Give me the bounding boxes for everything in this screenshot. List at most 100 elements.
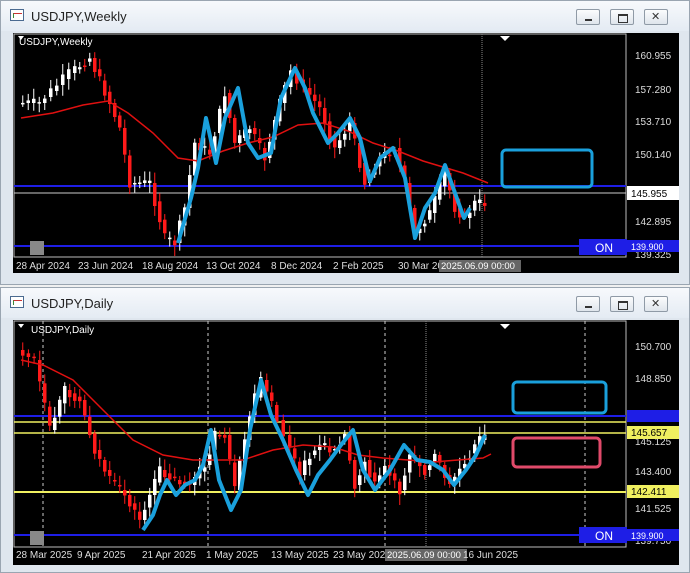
candle-body bbox=[288, 435, 292, 447]
close-button[interactable] bbox=[644, 296, 668, 312]
candle-body bbox=[133, 182, 137, 185]
price-tick: 148.850 bbox=[635, 374, 672, 385]
current-price-value: 145.955 bbox=[631, 189, 668, 200]
candle-body bbox=[48, 406, 52, 426]
candle-body bbox=[233, 118, 237, 143]
candle-body bbox=[293, 448, 297, 459]
object-icon[interactable] bbox=[30, 531, 44, 545]
weekly-price-chart[interactable]: USDJPY,Weekly 160.955 157.280 153.710 15… bbox=[13, 33, 679, 273]
candle-body bbox=[158, 466, 162, 483]
candle-body bbox=[423, 465, 427, 475]
price-axis: 150.700 148.850 143.400 141.525 139.750 … bbox=[635, 342, 672, 547]
price-tick: 143.400 bbox=[635, 467, 672, 478]
daily-chart-window: USDJPY,Daily USDJPY,Daily 150.700 148.85… bbox=[0, 287, 690, 573]
cursor-date: 2025.06.09 00:00 bbox=[441, 261, 515, 272]
candle-body bbox=[128, 155, 132, 188]
candle-body bbox=[21, 102, 25, 105]
candle-body bbox=[428, 210, 432, 220]
time-axis: 28 Mar 2025 9 Apr 2025 21 Apr 2025 1 May… bbox=[16, 549, 518, 561]
candle-body bbox=[103, 80, 107, 96]
candle-body bbox=[153, 183, 157, 207]
candle-body bbox=[123, 128, 127, 155]
candle-body bbox=[43, 383, 47, 403]
candle-body bbox=[148, 494, 152, 508]
candle-body bbox=[223, 96, 227, 113]
candle-body bbox=[173, 476, 177, 479]
candle-body bbox=[73, 393, 77, 401]
date-tick: 23 Jun 2024 bbox=[78, 261, 133, 272]
candle-body bbox=[168, 473, 172, 480]
candle-body bbox=[163, 219, 167, 234]
date-tick: 23 May 2025 bbox=[333, 550, 391, 561]
candle-body bbox=[138, 511, 142, 520]
close-button[interactable] bbox=[644, 9, 668, 25]
weekly-chart-window: USDJPY,Weekly USDJPY,Weekly 160.955 157.… bbox=[0, 0, 690, 285]
candle-body bbox=[313, 94, 317, 101]
candle-body bbox=[173, 240, 177, 246]
date-tick: 1 May 2025 bbox=[206, 550, 259, 561]
maximize-button[interactable] bbox=[610, 296, 634, 312]
forecast-box[interactable] bbox=[500, 148, 594, 189]
object-icon[interactable] bbox=[30, 241, 44, 255]
price-tick: 150.700 bbox=[635, 342, 672, 353]
candle-body bbox=[373, 472, 377, 482]
candles bbox=[21, 342, 487, 529]
candle-body bbox=[168, 237, 172, 240]
date-tick: 18 Aug 2024 bbox=[142, 261, 199, 272]
support-price-value: 142.411 bbox=[631, 487, 667, 498]
candle-body bbox=[83, 65, 87, 67]
candle-body bbox=[323, 108, 327, 125]
on-button-label: ON bbox=[595, 529, 613, 543]
candle-body bbox=[353, 460, 357, 489]
candle-body bbox=[128, 495, 132, 507]
candle-body bbox=[323, 443, 327, 445]
date-tick: 28 Mar 2025 bbox=[16, 550, 73, 561]
line-price-value: 139.900 bbox=[631, 531, 664, 541]
wave-line[interactable] bbox=[176, 66, 472, 244]
candle-body bbox=[270, 392, 274, 401]
candle-body bbox=[253, 128, 257, 135]
window-titlebar[interactable]: USDJPY,Weekly bbox=[1, 1, 689, 31]
candle-body bbox=[313, 450, 317, 455]
candle-body bbox=[53, 417, 57, 430]
candle-body bbox=[208, 149, 212, 155]
on-button-label: ON bbox=[595, 241, 613, 255]
candle-body bbox=[55, 85, 59, 91]
candle-body bbox=[108, 470, 112, 476]
candle-body bbox=[103, 460, 107, 472]
shift-marker-icon bbox=[500, 324, 510, 329]
window-title: USDJPY,Daily bbox=[31, 296, 114, 311]
current-price-value: 145.657 bbox=[631, 428, 668, 439]
moving-average-line bbox=[20, 100, 489, 184]
candle-body bbox=[238, 135, 242, 143]
candle-body bbox=[88, 416, 92, 436]
shift-marker-icon bbox=[500, 36, 510, 41]
candle-body bbox=[138, 182, 142, 185]
candle-body bbox=[93, 58, 97, 72]
menu-arrow-icon[interactable] bbox=[18, 324, 24, 328]
daily-price-chart[interactable]: USDJPY,Daily 150.700 148.850 143.400 141… bbox=[13, 320, 679, 565]
candle-body bbox=[368, 460, 372, 478]
candle-body bbox=[68, 390, 72, 398]
window-titlebar[interactable]: USDJPY,Daily bbox=[1, 288, 689, 318]
date-tick: 2 Feb 2025 bbox=[333, 261, 384, 272]
candle-body bbox=[223, 435, 227, 438]
price-tick: 150.140 bbox=[635, 150, 672, 161]
candle-body bbox=[318, 101, 322, 108]
forecast-box-pink[interactable] bbox=[511, 436, 602, 469]
date-tick: 13 May 2025 bbox=[271, 550, 329, 561]
minimize-button[interactable] bbox=[576, 296, 600, 312]
candle-body bbox=[218, 435, 222, 437]
price-tick: 141.525 bbox=[635, 504, 672, 515]
price-axis: 160.955 157.280 153.710 150.140 142.895 … bbox=[635, 51, 672, 261]
candle-body bbox=[163, 470, 167, 478]
candle-body bbox=[308, 458, 312, 465]
candle-body bbox=[37, 102, 41, 104]
forecast-box-blue[interactable] bbox=[511, 380, 608, 415]
candle-body bbox=[118, 115, 122, 128]
candle-body bbox=[428, 465, 432, 470]
candle-body bbox=[248, 129, 252, 133]
maximize-button[interactable] bbox=[610, 9, 634, 25]
minimize-button[interactable] bbox=[576, 9, 600, 25]
plot-frame bbox=[13, 320, 627, 548]
